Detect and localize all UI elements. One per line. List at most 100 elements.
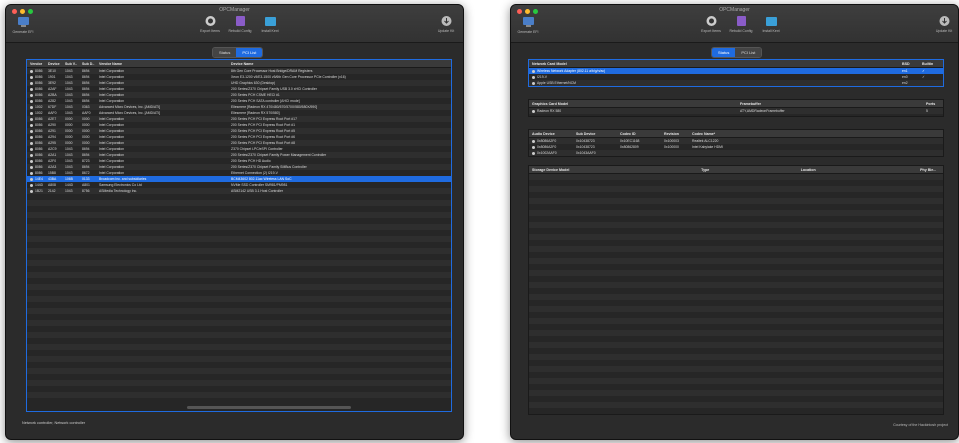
cell-text: Intel Corporation	[99, 69, 125, 73]
table-row[interactable]: Radeon RX 580 ATY,AMDRadeonFramebuffer 5	[529, 108, 943, 114]
table-cell: Intel Corporation	[96, 129, 228, 133]
table-cell: 200 Series PCH CSME HECI #1	[228, 93, 448, 97]
window-title: OPCManager	[219, 7, 250, 13]
cell-text: 8086	[35, 141, 43, 145]
table-cell: 0x100003	[661, 139, 689, 143]
cell-text: 8086	[35, 159, 43, 163]
cell-text: AAF0	[82, 111, 91, 115]
table-cell: 0000	[79, 141, 96, 145]
cell-text: Realtek ALC1220	[692, 139, 719, 143]
cell-text: Intel Corporation	[99, 147, 125, 151]
col-builtin[interactable]: Builtin	[919, 62, 943, 66]
table-cell: 200 Series/Z370 Chipset Family SMBus Con…	[228, 165, 448, 169]
cell-text: BCM43602 802.11ac Wireless LAN SoC	[231, 177, 292, 181]
cell-text: A2A1	[48, 153, 57, 157]
table-row[interactable]: Apple USB Ethernet/NCM en2	[529, 80, 943, 86]
rebuild-config-button[interactable]: Rebuild Config	[223, 15, 257, 33]
rebuild-config-button[interactable]: Rebuild Config	[724, 15, 758, 33]
col-graphics-model[interactable]: Graphics Card Model	[529, 102, 737, 106]
col-vendor-name[interactable]: Vendor Name	[96, 62, 228, 66]
col-audio-device[interactable]: Audio Device	[529, 132, 573, 136]
table-cell: A2E7	[45, 117, 62, 121]
export-items-button[interactable]: Export Items	[694, 15, 728, 33]
table-cell: 200 Series PCH PCI Express Root Port #8	[228, 141, 448, 145]
col-network-model[interactable]: Network Card Model	[529, 62, 729, 66]
table-cell: 15B8	[45, 171, 62, 175]
tab-pci-list[interactable]: PCI List	[735, 48, 762, 57]
table-cell: 200 Series PCH PCI Express Root Port #5	[228, 129, 448, 133]
col-type[interactable]: Type	[698, 168, 798, 172]
cell-text: 8672	[82, 171, 90, 175]
table-cell: ASMedia Technology Inc.	[96, 189, 228, 193]
col-sub-device[interactable]: Sub Device	[573, 132, 617, 136]
cell-text: 200 Series/Z370 Chipset Family USB 3.0 x…	[231, 87, 317, 91]
install-kext-button[interactable]: Install Kext	[754, 15, 788, 33]
row-icon	[30, 75, 33, 79]
cell-text: 0000	[82, 129, 90, 133]
row-icon	[30, 135, 33, 139]
table-cell: Intel Corporation	[96, 93, 228, 97]
table-cell: en0	[899, 75, 919, 79]
cell-text: 43BA	[48, 177, 57, 181]
table-cell: Intel Corporation	[96, 87, 228, 91]
cell-text: 200 Series PCH CSME HECI #1	[231, 93, 280, 97]
cell-text: 200 Series PCH PCI Express Root Port #1	[231, 123, 296, 127]
cell-text: en2	[902, 81, 908, 85]
cell-text: Intel Corporation	[99, 93, 125, 97]
cell-text: NVMe SSD Controller SM981/PM981	[231, 183, 288, 187]
cell-text: Radeon RX 580	[537, 109, 562, 113]
table-row[interactable]: 0x1002AAF0 0x1043AAF0	[529, 150, 943, 156]
table-cell: 8694	[79, 99, 96, 103]
col-vendor[interactable]: Vendor	[27, 62, 45, 66]
cell-text: 200 Series PCH PCI Express Root Port #6	[231, 135, 296, 139]
cell-text: 8086	[35, 75, 43, 79]
horizontal-scrollbar[interactable]	[187, 406, 351, 409]
cell-text: 0000	[65, 135, 73, 139]
tab-status[interactable]: Status	[213, 48, 237, 57]
table-cell: Ellesmere [Radeon RX 570/580]	[228, 111, 448, 115]
col-sub-vendor[interactable]: Sub V..	[62, 62, 79, 66]
status-window: OPCManager Generate EFI Export Items Reb…	[510, 4, 959, 440]
tab-pci-list[interactable]: PCI List	[236, 48, 263, 57]
cell-text: 8694	[82, 69, 90, 73]
cell-text: Broadcom Inc. and subsidiaries	[99, 177, 147, 181]
col-codec-name[interactable]: Codec Name*	[689, 132, 889, 136]
col-codec-id[interactable]: Codec ID	[617, 132, 661, 136]
export-items-button[interactable]: Export Items	[193, 15, 227, 33]
cell-text: 8694	[82, 87, 90, 91]
table-cell: Intel Corporation	[96, 69, 228, 73]
tab-status[interactable]: Status	[712, 48, 736, 57]
col-device[interactable]: Device	[45, 62, 62, 66]
table-cell: 3E10	[45, 69, 62, 73]
col-ports[interactable]: Ports	[923, 102, 943, 106]
cell-vendor: 8086	[27, 87, 45, 91]
update-kit-button[interactable]: Update Kit	[429, 15, 463, 33]
col-location[interactable]: Location	[798, 168, 917, 172]
col-revision[interactable]: Revision	[661, 132, 689, 136]
table-cell: 1043	[62, 189, 79, 193]
cell-text: 0x100000	[664, 145, 679, 149]
table-cell: 8th Gen Core Processor Host Bridge/DRAM …	[228, 69, 448, 73]
generate-efi-button[interactable]: Generate EFI	[6, 16, 40, 34]
col-framebuffer[interactable]: Framebuffer	[737, 102, 923, 106]
col-phy[interactable]: Phy Ble...	[917, 168, 943, 172]
col-bsd[interactable]: BSD	[899, 62, 919, 66]
install-kext-button[interactable]: Install Kext	[253, 15, 287, 33]
table-cell: 1043	[62, 93, 79, 97]
col-sub-device[interactable]: Sub D..	[79, 62, 96, 66]
cell-text: 200 Series PCH PCI Express Root Port #8	[231, 141, 296, 145]
cell-text: 8086	[35, 117, 43, 121]
table-cell: Intel Kabylake HDMI	[689, 145, 889, 149]
table-cell: Intel Corporation	[96, 159, 228, 163]
storage-table-header: Storage Device Model Type Location Phy B…	[529, 166, 943, 174]
update-kit-button[interactable]: Update Kit	[927, 15, 958, 33]
col-device-name[interactable]: Device Name	[228, 62, 448, 66]
table-cell: 200 Series PCH PCI Express Root Port #6	[228, 135, 448, 139]
generate-efi-button[interactable]: Generate EFI	[511, 16, 545, 34]
cell-text: ASMedia Technology Inc.	[99, 189, 138, 193]
table-cell: A295	[45, 141, 62, 145]
table-cell: 8756	[79, 189, 96, 193]
table-cell: A2F0	[45, 159, 62, 163]
row-icon	[532, 75, 535, 79]
col-storage-model[interactable]: Storage Device Model	[529, 168, 698, 172]
